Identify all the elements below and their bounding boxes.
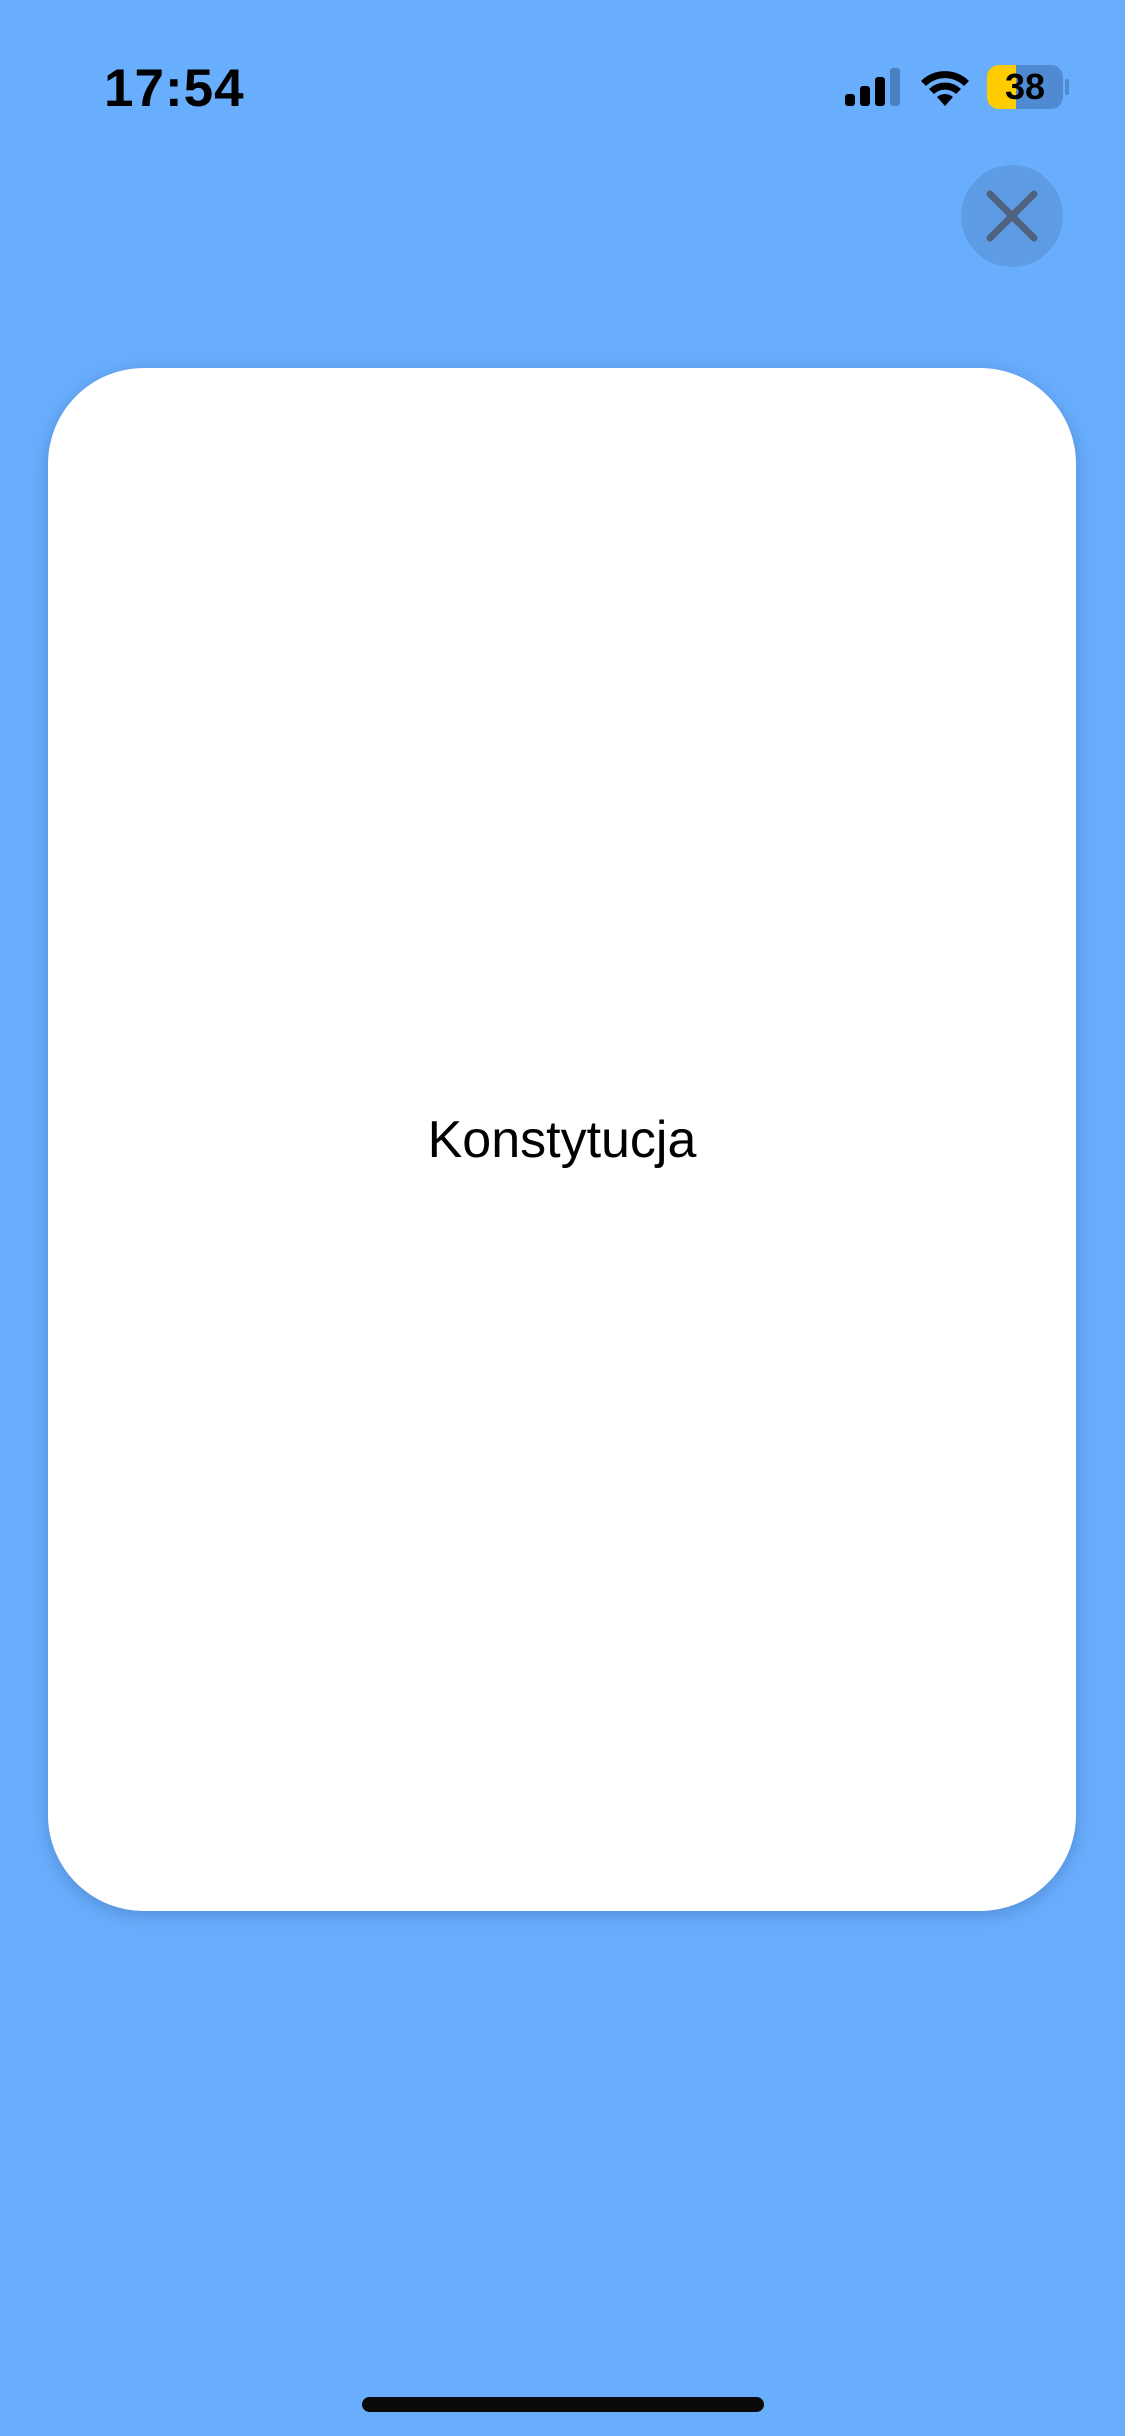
home-indicator[interactable] (362, 2397, 764, 2412)
flashcard-text: Konstytucja (427, 1110, 697, 1169)
status-icons: 38 (845, 62, 1069, 112)
wifi-icon (921, 71, 969, 106)
battery-level: 38 (1004, 66, 1046, 107)
battery-icon: 38 (987, 65, 1069, 109)
close-button[interactable] (961, 165, 1063, 267)
screen: 17:54 38 Konstytucja (0, 0, 1125, 2436)
signal-icon (845, 68, 900, 106)
status-time: 17:54 (104, 59, 245, 118)
flashcard[interactable]: Konstytucja (48, 368, 1076, 1911)
close-icon (986, 190, 1038, 242)
